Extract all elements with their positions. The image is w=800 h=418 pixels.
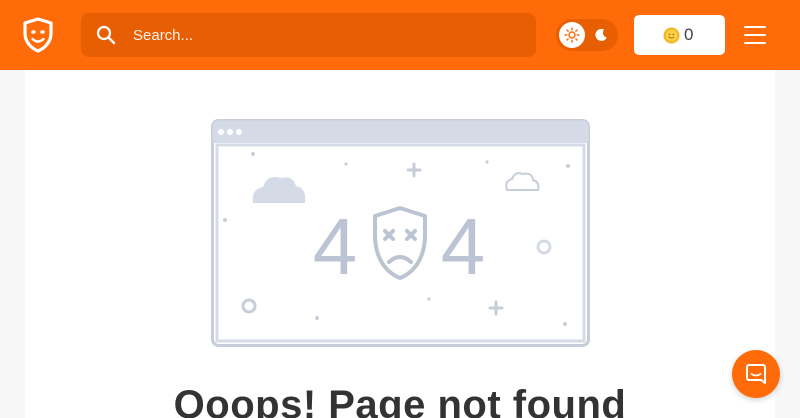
search-bar[interactable]: Search... [81,13,536,57]
logo-mask-icon[interactable] [22,17,54,53]
page-not-found-heading: Ooops! Page not found [173,383,627,418]
coins-button[interactable]: 0 [634,15,725,55]
error-404-illustration: 4 4 [211,119,590,347]
error-digit-left: 4 [313,202,358,291]
top-bar: Search... 0 [0,0,800,70]
search-input[interactable]: Search... [133,27,193,44]
coin-icon [663,27,680,44]
hamburger-icon [744,26,766,28]
error-digit-right: 4 [441,202,486,291]
moon-icon[interactable] [593,27,609,43]
hamburger-menu-button[interactable] [740,22,770,48]
coin-count: 0 [684,25,694,44]
search-icon [96,25,116,45]
chat-bubble-icon [746,364,766,384]
theme-toggle[interactable] [556,19,618,51]
chat-button[interactable] [732,350,780,398]
sun-icon[interactable] [564,27,580,43]
